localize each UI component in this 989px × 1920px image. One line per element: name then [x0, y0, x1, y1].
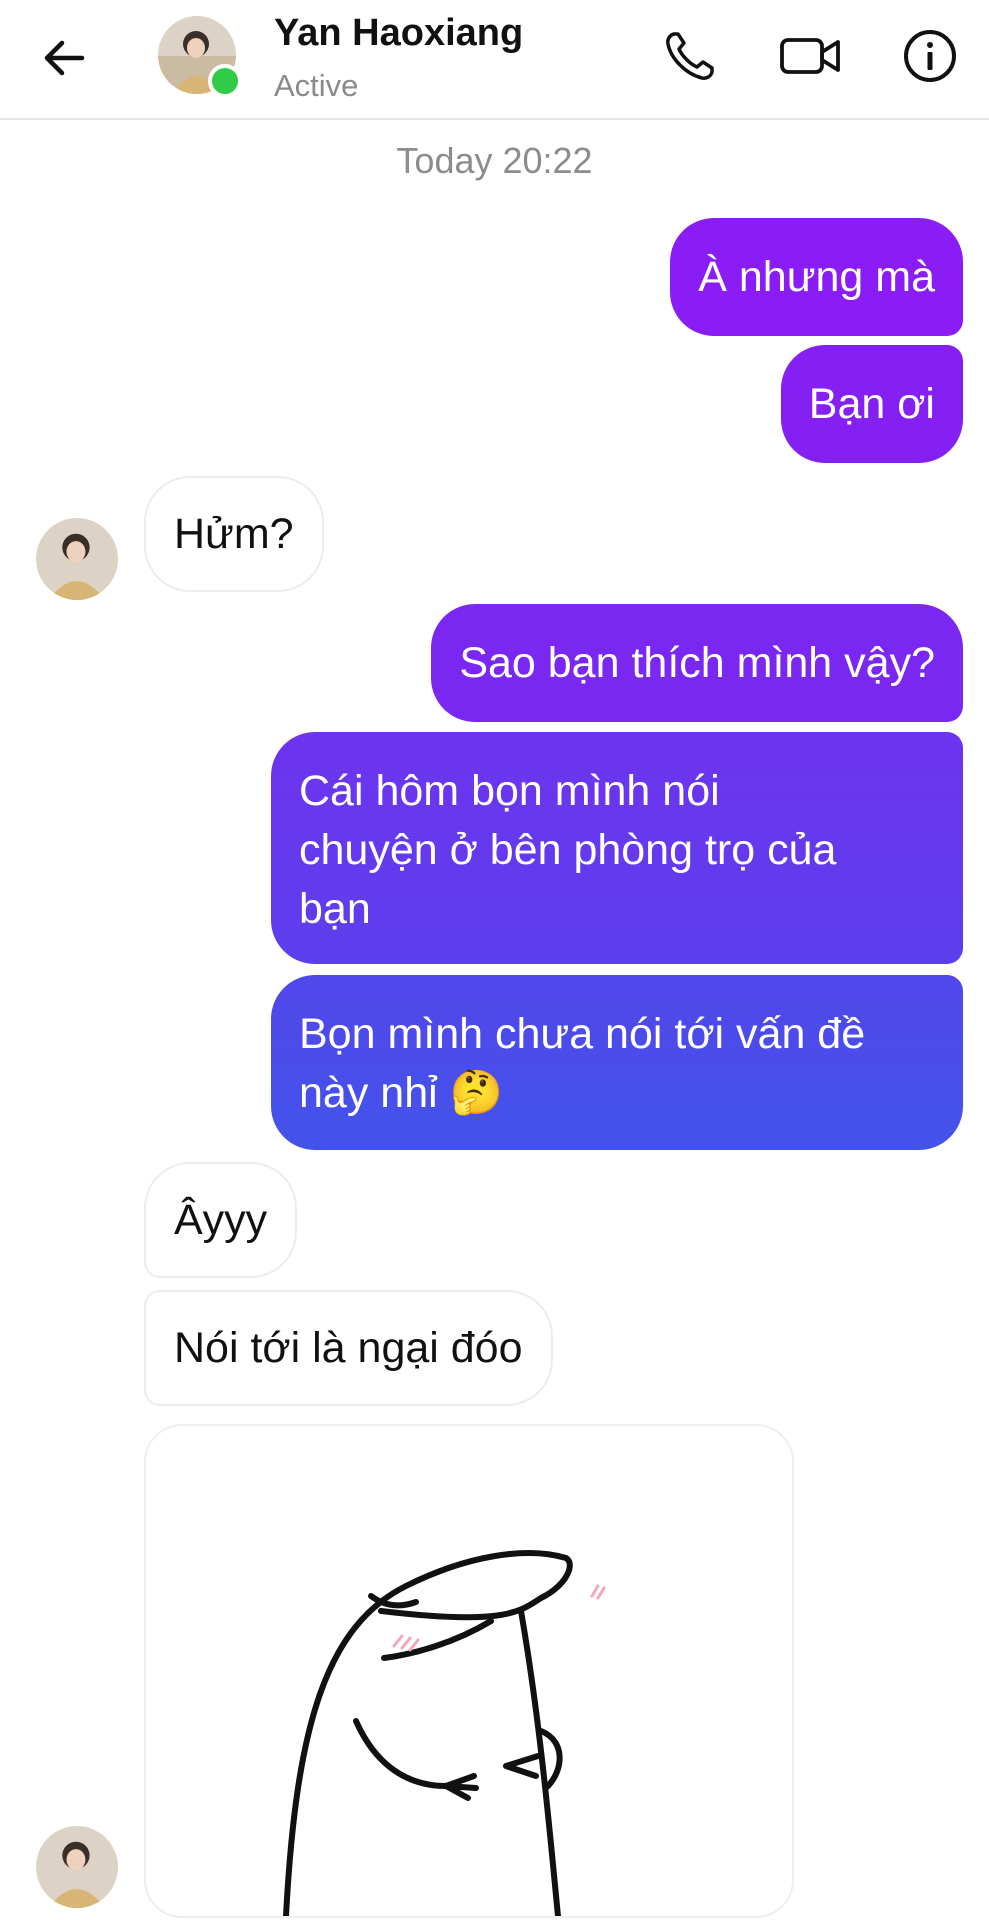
- thinking-face-emoji: 🤔: [449, 1069, 504, 1117]
- message-bubble-outgoing[interactable]: Bạn ơi: [780, 345, 963, 463]
- message-text: Sao bạn thích mình vậy?: [459, 639, 935, 687]
- message-bubble-incoming[interactable]: Nói tới là ngại đóo: [144, 1290, 553, 1406]
- message-text: À nhưng mà: [698, 253, 935, 301]
- timestamp: Today 20:22: [396, 140, 593, 181]
- message-bubble-incoming[interactable]: Âyyy: [144, 1162, 298, 1278]
- phone-icon[interactable]: [660, 26, 720, 86]
- sender-avatar[interactable]: [36, 518, 118, 600]
- blob-sticker[interactable]: [144, 1424, 794, 1918]
- contact-name[interactable]: Yan Haoxiang: [274, 12, 523, 55]
- sender-avatar[interactable]: [36, 1826, 118, 1908]
- message-line: Bọn mình chưa nói tới vấn đề: [299, 1010, 866, 1058]
- message-line: chuyện ở bên phòng trọ của: [299, 826, 837, 874]
- message-line: này nhỉ: [299, 1069, 438, 1117]
- message-text: Âyyy: [174, 1196, 268, 1244]
- message-line: bạn: [299, 885, 371, 933]
- info-icon[interactable]: [900, 26, 960, 86]
- message-bubble-outgoing[interactable]: Sao bạn thích mình vậy?: [431, 604, 963, 722]
- message-line: Cái hôm bọn mình nói: [299, 767, 720, 815]
- contact-status: Active: [274, 68, 359, 103]
- online-indicator: [208, 64, 242, 98]
- message-bubble-outgoing[interactable]: Cái hôm bọn mình nói chuyện ở bên phòng …: [271, 732, 963, 964]
- message-bubble-outgoing[interactable]: À nhưng mà: [670, 218, 963, 336]
- message-text: Bạn ơi: [808, 380, 935, 428]
- back-arrow-icon[interactable]: [38, 32, 90, 84]
- message-bubble-outgoing[interactable]: Bọn mình chưa nói tới vấn đề này nhỉ 🤔: [271, 975, 963, 1150]
- message-text: Nói tới là ngại đóo: [174, 1324, 523, 1372]
- video-camera-icon[interactable]: [778, 26, 844, 86]
- conversation-header: Yan Haoxiang Active: [0, 0, 989, 120]
- message-bubble-incoming[interactable]: Hửm?: [144, 476, 324, 592]
- message-text: Hửm?: [174, 510, 294, 558]
